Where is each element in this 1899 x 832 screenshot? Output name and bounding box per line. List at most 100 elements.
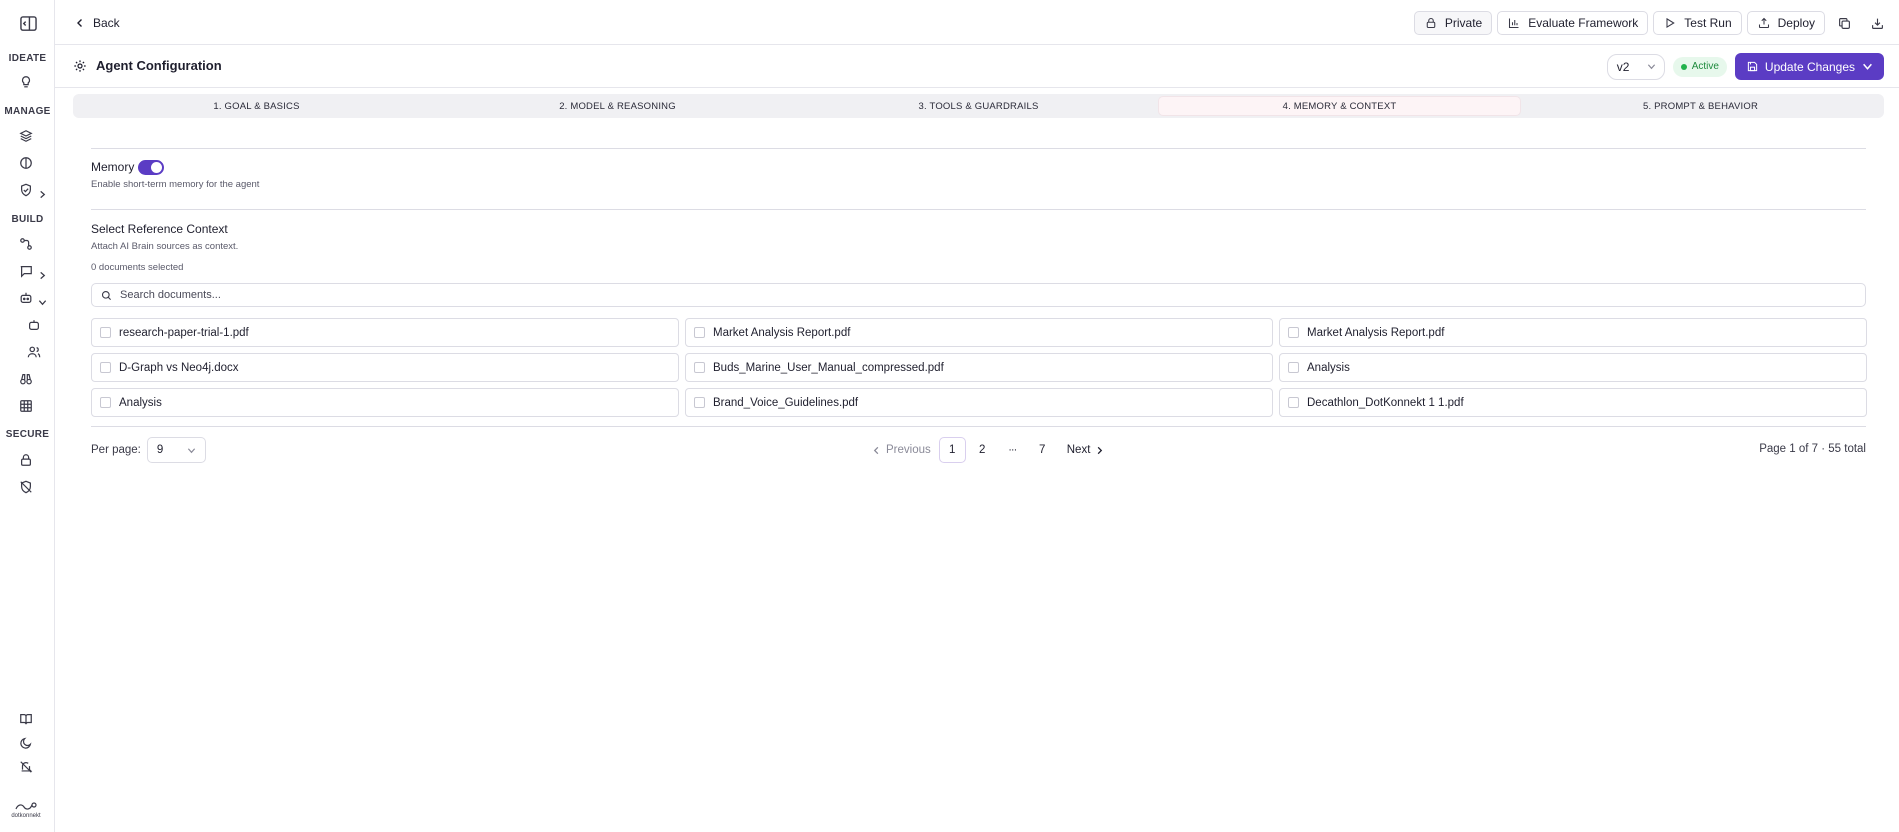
moon-icon[interactable]: [18, 735, 34, 751]
book-icon[interactable]: [18, 711, 34, 727]
chat-icon[interactable]: [18, 263, 34, 279]
sidebar-section-manage: MANAGE: [4, 106, 51, 117]
download-button[interactable]: [1863, 11, 1891, 35]
page-button-2[interactable]: 2: [969, 437, 996, 463]
page-controls: Previous 1 2 ··· 7 Next: [864, 437, 1112, 463]
document-checkbox[interactable]: [1288, 397, 1299, 408]
document-item[interactable]: Buds_Marine_User_Manual_compressed.pdf: [685, 353, 1273, 382]
page-summary: Page 1 of 7 · 55 total: [1759, 443, 1866, 455]
document-name: research-paper-trial-1.pdf: [119, 326, 249, 339]
document-name: D-Graph vs Neo4j.docx: [119, 361, 239, 374]
per-page-value: 9: [156, 444, 164, 456]
next-page-button[interactable]: Next: [1059, 437, 1113, 463]
back-button[interactable]: Back: [75, 14, 120, 32]
document-item[interactable]: research-paper-trial-1.pdf: [91, 318, 679, 347]
sidebar-section-secure: SECURE: [5, 429, 50, 440]
tab-goal-basics[interactable]: 1. GOAL & BASICS: [76, 97, 437, 115]
reference-context-title: Select Reference Context: [91, 222, 228, 236]
test-run-button[interactable]: Test Run: [1653, 11, 1742, 35]
config-tabs: 1. GOAL & BASICS 2. MODEL & REASONING 3.…: [73, 94, 1884, 118]
brain-icon[interactable]: [18, 155, 34, 171]
per-page-select[interactable]: 9: [146, 437, 206, 463]
sidebar-section-build: BUILD: [11, 214, 44, 225]
lightbulb-icon[interactable]: [18, 74, 34, 90]
document-item[interactable]: Brand_Voice_Guidelines.pdf: [685, 388, 1273, 417]
tab-tools-guardrails[interactable]: 3. TOOLS & GUARDRAILS: [798, 97, 1159, 115]
chevron-left-icon: [77, 19, 82, 27]
document-search: [91, 283, 1866, 307]
per-page-label: Per page:: [91, 444, 141, 456]
version-select[interactable]: v2: [1606, 53, 1665, 80]
back-label: Back: [93, 16, 120, 30]
layers-icon[interactable]: [18, 128, 34, 144]
document-checkbox[interactable]: [694, 327, 705, 338]
logo-text: dotkonnekt: [11, 813, 41, 819]
chevron-down-icon: [187, 447, 195, 453]
previous-label: Previous: [886, 444, 931, 456]
previous-page-button[interactable]: Previous: [864, 437, 939, 463]
document-item[interactable]: Decathlon_DotKonnekt 1 1.pdf: [1279, 388, 1867, 417]
document-checkbox[interactable]: [1288, 327, 1299, 338]
document-checkbox[interactable]: [694, 362, 705, 373]
tab-model-reasoning[interactable]: 2. MODEL & REASONING: [437, 97, 798, 115]
chevron-right-icon: [1098, 446, 1103, 454]
app-logo: dotkonnekt: [8, 800, 44, 824]
status-text: Active: [1691, 61, 1719, 72]
binoculars-icon[interactable]: [18, 371, 34, 387]
document-item[interactable]: D-Graph vs Neo4j.docx: [91, 353, 679, 382]
copy-icon: [1838, 17, 1850, 29]
document-item[interactable]: Market Analysis Report.pdf: [685, 318, 1273, 347]
table-icon[interactable]: [18, 398, 34, 414]
search-input[interactable]: [120, 289, 1856, 301]
chevron-right-icon[interactable]: [38, 186, 48, 199]
memory-toggle[interactable]: [138, 160, 164, 175]
toggle-knob: [151, 162, 162, 173]
document-checkbox[interactable]: [100, 362, 111, 373]
page-button-1[interactable]: 1: [938, 437, 966, 463]
config-actions: v2 Active Update Changes: [1606, 53, 1884, 80]
chevron-right-icon[interactable]: [38, 267, 48, 280]
copy-button[interactable]: [1830, 11, 1858, 35]
memory-description: Enable short-term memory for the agent: [91, 179, 260, 190]
document-name: Market Analysis Report.pdf: [713, 326, 851, 339]
document-name: Decathlon_DotKonnekt 1 1.pdf: [1307, 396, 1464, 409]
document-checkbox[interactable]: [1288, 362, 1299, 373]
memory-label: Memory: [91, 160, 135, 174]
page-title-text: Agent Configuration: [96, 58, 222, 73]
status-badge: Active: [1672, 56, 1727, 77]
document-item[interactable]: Analysis: [91, 388, 679, 417]
shield-off-icon[interactable]: [18, 479, 34, 495]
divider: [91, 148, 1866, 149]
page-button-7[interactable]: 7: [1029, 437, 1056, 463]
chevron-left-icon: [873, 446, 879, 454]
lock-icon[interactable]: [18, 452, 34, 468]
deploy-button[interactable]: Deploy: [1746, 11, 1825, 35]
tab-memory-context[interactable]: 4. MEMORY & CONTEXT: [1159, 97, 1520, 115]
next-label: Next: [1066, 444, 1091, 456]
evaluate-framework-label: Evaluate Framework: [1528, 16, 1639, 30]
bar-chart-icon: [1509, 18, 1519, 29]
sidebar-section-ideate: IDEATE: [8, 53, 47, 64]
chevron-down-icon[interactable]: [38, 294, 48, 306]
evaluate-framework-button[interactable]: Evaluate Framework: [1497, 11, 1649, 35]
document-checkbox[interactable]: [100, 397, 111, 408]
document-checkbox[interactable]: [100, 327, 111, 338]
private-button[interactable]: Private: [1413, 11, 1493, 35]
private-label: Private: [1444, 16, 1483, 30]
update-changes-button[interactable]: Update Changes: [1734, 53, 1884, 80]
document-name: Buds_Marine_User_Manual_compressed.pdf: [713, 361, 944, 374]
document-checkbox[interactable]: [694, 397, 705, 408]
tab-prompt-behavior[interactable]: 5. PROMPT & BEHAVIOR: [1520, 97, 1881, 115]
bot-small-icon[interactable]: [26, 317, 42, 333]
gear-icon: [74, 59, 86, 72]
shield-check-icon[interactable]: [18, 182, 34, 198]
users-icon[interactable]: [26, 344, 42, 360]
sidebar-toggle-icon[interactable]: [20, 16, 37, 31]
chevron-down-icon: [1647, 64, 1655, 70]
bell-off-icon[interactable]: [18, 759, 34, 775]
bot-icon[interactable]: [18, 290, 34, 306]
workflow-icon[interactable]: [18, 236, 34, 252]
document-item[interactable]: Market Analysis Report.pdf: [1279, 318, 1867, 347]
document-item[interactable]: Analysis: [1279, 353, 1867, 382]
document-name: Brand_Voice_Guidelines.pdf: [713, 396, 859, 409]
